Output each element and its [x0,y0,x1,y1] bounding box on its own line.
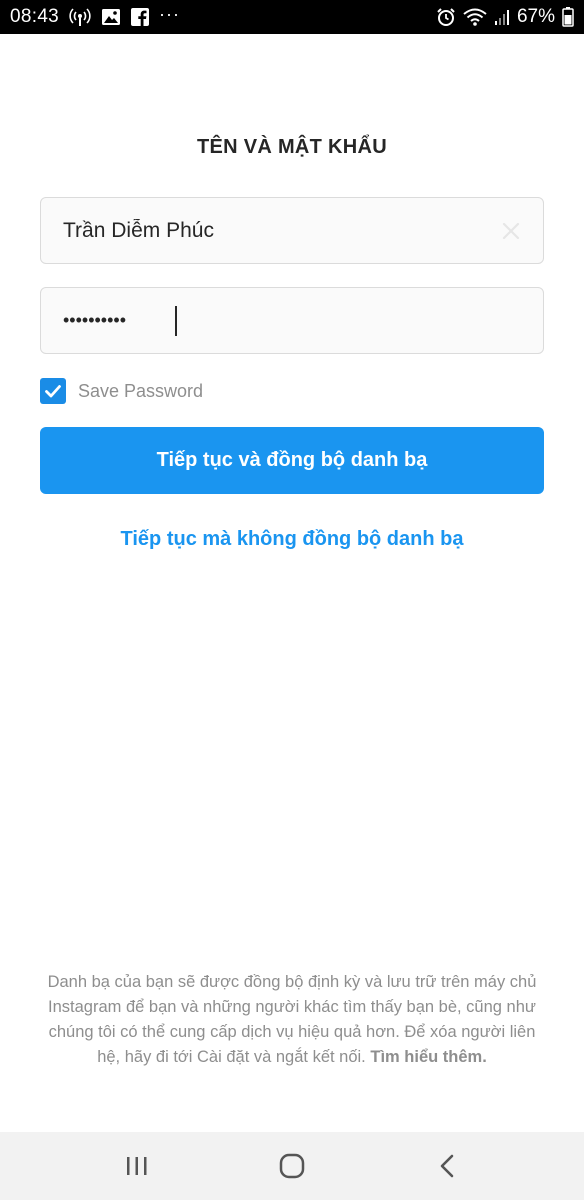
signal-icon [494,8,510,26]
close-icon [502,222,520,240]
wifi-hotspot-icon [69,7,91,27]
back-button[interactable] [417,1136,477,1196]
system-nav-bar [0,1132,584,1200]
home-button[interactable] [262,1136,322,1196]
recent-apps-icon [127,1157,147,1175]
recent-apps-button[interactable] [107,1136,167,1196]
wifi-icon [463,8,487,26]
contacts-sync-disclaimer: Danh bạ của bạn sẽ được đồng bộ định kỳ … [40,970,544,1070]
battery-level: 67% [516,6,555,27]
back-icon [440,1154,453,1178]
save-password-row[interactable]: Save Password [40,378,203,404]
status-time: 08:43 [10,6,60,27]
password-field[interactable]: •••••••••• [40,287,544,354]
alarm-icon [436,7,456,27]
facebook-icon [131,8,150,26]
page-title: TÊN VÀ MẬT KHẨU [196,136,388,158]
checkmark-icon [45,385,61,398]
password-masked-value: •••••••••• [63,310,127,330]
battery-icon [562,7,574,27]
status-right: 67% [436,6,574,28]
more-notifications-indicator: ··· [159,4,181,24]
learn-more-link[interactable]: Tìm hiểu thêm. [370,1048,486,1066]
text-cursor [175,306,177,336]
save-password-checkbox[interactable] [40,378,66,404]
continue-without-sync-link[interactable]: Tiếp tục mà không đồng bộ danh bạ [0,528,584,551]
continue-and-sync-contacts-button[interactable]: Tiếp tục và đồng bộ danh bạ [40,427,544,494]
image-icon [101,8,121,26]
status-left: 08:43 ··· [10,4,181,28]
home-icon [279,1153,305,1179]
clear-name-button[interactable] [499,219,523,243]
name-field-container [40,197,544,264]
save-password-label: Save Password [78,380,204,401]
status-bar: 08:43 ··· 67% [0,0,584,34]
full-name-input[interactable] [41,198,543,263]
